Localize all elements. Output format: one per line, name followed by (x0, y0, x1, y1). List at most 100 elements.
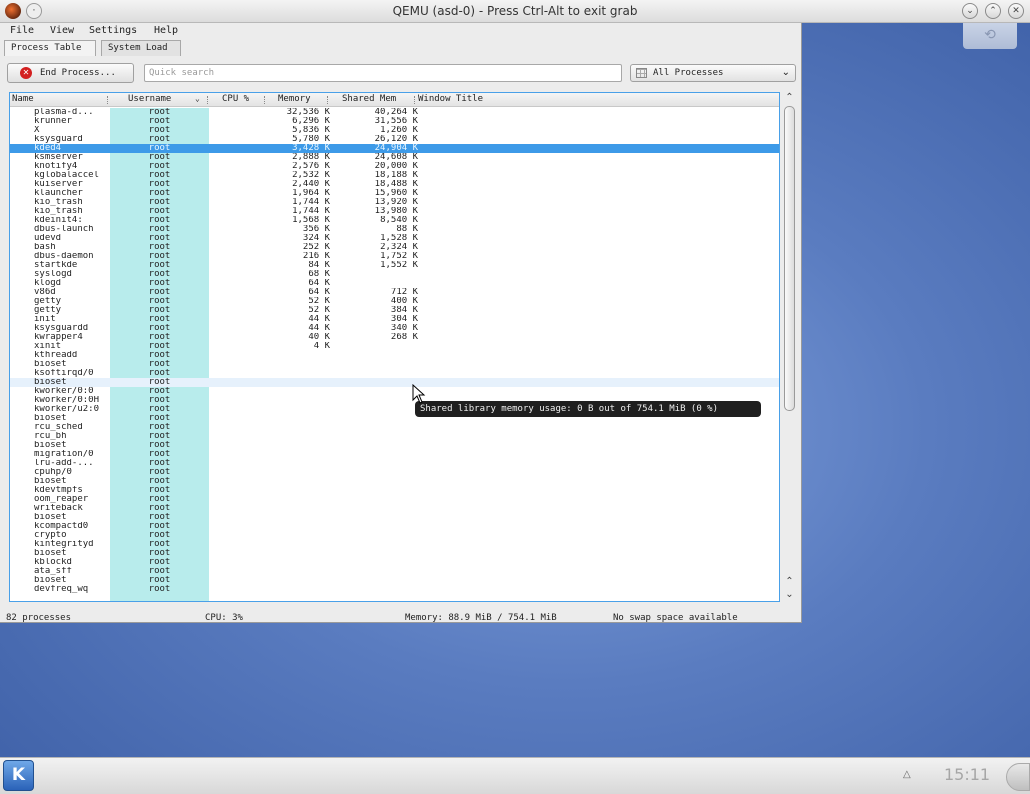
table-row[interactable]: bioset root (10, 360, 779, 369)
table-row[interactable]: kio_trash root 1,744 K 13,920 K (10, 198, 779, 207)
table-row[interactable]: klogd root 64 K (10, 279, 779, 288)
table-row[interactable]: kthreadd root (10, 351, 779, 360)
table-row[interactable]: krunner root 6,296 K 31,556 K (10, 117, 779, 126)
table-row[interactable]: plasma-d... root 32,536 K 40,264 K (10, 108, 779, 117)
table-row[interactable]: migration/0 root (10, 450, 779, 459)
window-title: QEMU (asd-0) - Press Ctrl-Alt to exit gr… (392, 4, 638, 18)
column-separator[interactable] (414, 96, 416, 104)
table-row[interactable]: ksoftirqd/0 root (10, 369, 779, 378)
scroll-up-icon[interactable]: ⌃ (782, 576, 797, 588)
table-row[interactable]: kio_trash root 1,744 K 13,980 K (10, 207, 779, 216)
table-row[interactable]: rcu_sched root (10, 423, 779, 432)
column-header-cpu[interactable]: CPU % (222, 94, 249, 104)
table-row[interactable]: dbus-daemon root 216 K 1,752 K (10, 252, 779, 261)
table-row[interactable]: ksmserver root 2,888 K 24,608 K (10, 153, 779, 162)
column-header-window-title[interactable]: Window Title (418, 94, 483, 104)
column-header-name[interactable]: Name (12, 94, 34, 104)
tab-process-table[interactable]: Process Table (4, 40, 96, 56)
table-row[interactable]: kcompactd0 root (10, 522, 779, 531)
process-filter-select[interactable]: All Processes ⌄ (630, 64, 796, 82)
table-row[interactable]: rcu_bh root (10, 432, 779, 441)
process-name: xinit (34, 342, 62, 351)
table-row[interactable]: getty root 52 K 400 K (10, 297, 779, 306)
table-row[interactable]: bioset root (10, 477, 779, 486)
scroll-up-icon[interactable]: ⌃ (782, 92, 797, 104)
table-row[interactable]: ksysguard root 5,780 K 26,120 K (10, 135, 779, 144)
minimize-button[interactable]: ⌄ (962, 3, 978, 19)
table-row[interactable]: ata_sff root (10, 567, 779, 576)
scroll-down-icon[interactable]: ⌄ (782, 589, 797, 601)
process-name: getty (34, 306, 62, 315)
table-icon (636, 68, 647, 78)
table-row[interactable]: dbus-launch root 356 K 88 K (10, 225, 779, 234)
qemu-title-bar: · QEMU (asd-0) - Press Ctrl-Alt to exit … (0, 0, 1030, 23)
close-button[interactable]: ✕ (1008, 3, 1024, 19)
menu-file[interactable]: File (10, 25, 34, 36)
kde-menu-button[interactable]: K (3, 760, 34, 791)
table-row[interactable]: getty root 52 K 384 K (10, 306, 779, 315)
table-row[interactable]: syslogd root 68 K (10, 270, 779, 279)
process-memory: 2,576 K (292, 162, 330, 171)
table-row[interactable]: kworker/0:0 root (10, 387, 779, 396)
scrollbar-thumb[interactable] (784, 106, 795, 411)
table-row[interactable]: kded4 root 3,428 K 24,904 K (10, 144, 779, 153)
table-row[interactable]: v86d root 64 K 712 K (10, 288, 779, 297)
tab-system-load[interactable]: System Load (101, 40, 181, 56)
menu-view[interactable]: View (50, 25, 74, 36)
maximize-button[interactable]: ⌃ (985, 3, 1001, 19)
table-row[interactable]: bioset root (10, 576, 779, 585)
table-row[interactable]: kblockd root (10, 558, 779, 567)
table-row[interactable]: kwrapper4 root 40 K 268 K (10, 333, 779, 342)
column-separator[interactable] (327, 96, 329, 104)
vertical-scrollbar[interactable]: ⌃ ⌃ ⌄ (782, 92, 797, 602)
process-name: bioset (34, 549, 67, 558)
column-header-memory[interactable]: Memory (278, 94, 311, 104)
table-row[interactable]: xinit root 4 K (10, 342, 779, 351)
process-name: kcompactd0 (34, 522, 89, 531)
column-separator[interactable] (207, 96, 209, 104)
column-header-shared-mem[interactable]: Shared Mem (342, 94, 396, 104)
table-row[interactable]: bioset root (10, 378, 779, 387)
table-row[interactable]: Xroot 5,836 K 1,260 K (10, 126, 779, 135)
table-row[interactable]: lru-add-... root (10, 459, 779, 468)
table-row[interactable]: bioset root (10, 441, 779, 450)
quick-search-input[interactable] (144, 64, 622, 82)
table-row[interactable]: kdeinit4: root 1,568 K 8,540 K (10, 216, 779, 225)
table-row[interactable]: startkde root 84 K 1,552 K (10, 261, 779, 270)
table-row[interactable]: writeback root (10, 504, 779, 513)
process-table[interactable]: Name Username ⌄ CPU % Memory Shared Mem … (9, 92, 780, 602)
process-shared-mem: 26,120 K (374, 135, 418, 144)
table-row[interactable]: klauncher root 1,964 K 15,960 K (10, 189, 779, 198)
table-row[interactable]: kuiserver root 2,440 K 18,488 K (10, 180, 779, 189)
table-row[interactable]: bioset root (10, 513, 779, 522)
process-username: root (148, 549, 171, 558)
table-row[interactable]: udevd root 324 K 1,528 K (10, 234, 779, 243)
system-tray-arrow-icon[interactable]: △ (903, 769, 911, 780)
menu-settings[interactable]: Settings (89, 25, 137, 36)
desktop-toolbox-icon[interactable]: ⟲ (963, 23, 1017, 49)
table-row[interactable]: bioset root (10, 549, 779, 558)
table-row[interactable]: ksysguardd root 44 K 340 K (10, 324, 779, 333)
process-name: ksoftirqd/0 (34, 369, 94, 378)
process-memory: 252 K (302, 243, 330, 252)
end-process-button[interactable]: ✕ End Process... (7, 63, 134, 83)
panel-toolbox-icon[interactable] (1006, 763, 1030, 791)
table-row[interactable]: devfreq_wq root (10, 585, 779, 594)
table-row[interactable]: kintegrityd root (10, 540, 779, 549)
table-row[interactable]: knotify4 root 2,576 K 20,000 K (10, 162, 779, 171)
menu-help[interactable]: Help (154, 25, 178, 36)
table-row[interactable]: kglobalaccel root 2,532 K 18,188 K (10, 171, 779, 180)
table-row[interactable]: crypto root (10, 531, 779, 540)
table-row[interactable]: cpuhp/0 root (10, 468, 779, 477)
process-shared-mem: 2,324 K (380, 243, 418, 252)
table-row[interactable]: init root 44 K 304 K (10, 315, 779, 324)
column-separator[interactable] (264, 96, 266, 104)
process-username: root (148, 216, 171, 225)
table-row[interactable]: kdevtmpfs root (10, 486, 779, 495)
process-name: migration/0 (34, 450, 94, 459)
column-separator[interactable] (107, 96, 109, 104)
clock[interactable]: 15:11 (944, 765, 990, 784)
table-row[interactable]: oom_reaper root (10, 495, 779, 504)
column-header-username[interactable]: Username (128, 94, 171, 104)
table-row[interactable]: bash root 252 K 2,324 K (10, 243, 779, 252)
